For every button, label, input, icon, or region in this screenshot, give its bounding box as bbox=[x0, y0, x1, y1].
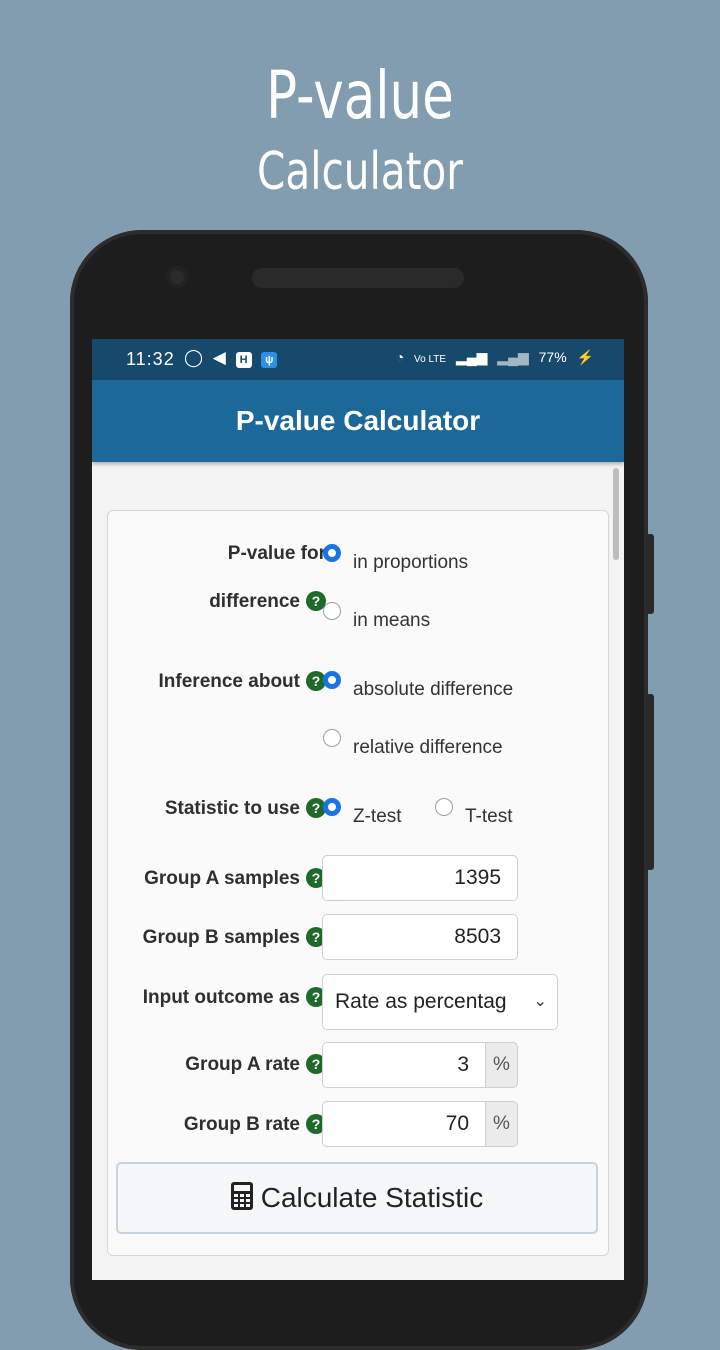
phone-side-button bbox=[646, 534, 654, 614]
radio-label-in-proportions[interactable]: in proportions bbox=[353, 552, 468, 574]
radio-label-t-test[interactable]: T-test bbox=[465, 806, 513, 828]
radio-label-in-means[interactable]: in means bbox=[353, 610, 430, 632]
battery-level: 77% bbox=[538, 349, 567, 365]
calculate-statistic-button[interactable]: Calculate Statistic bbox=[116, 1162, 598, 1234]
status-system-icons: ◔ Vo LTE ▂▄▆ ▂▄▆ 77% ⚡ bbox=[390, 349, 594, 366]
group-a-samples-label: Group A samples? bbox=[144, 868, 326, 890]
h-badge-icon: H bbox=[235, 352, 252, 368]
input-outcome-label: Input outcome as? bbox=[143, 987, 326, 1009]
app-bar-title: P-value Calculator bbox=[92, 380, 624, 462]
telegram-icon: ◀ bbox=[212, 348, 226, 367]
signal-off-icon: ▂▄▆ bbox=[497, 349, 529, 365]
scrollbar[interactable] bbox=[613, 468, 619, 560]
input-outcome-select[interactable]: Rate as percentag ⌄ bbox=[322, 974, 558, 1030]
signal-icon: ▂▄▆ bbox=[455, 349, 488, 365]
group-b-rate-input[interactable]: 70 bbox=[322, 1101, 486, 1147]
phone-volume-button bbox=[646, 694, 654, 870]
status-bar: 11:32 ◯ ◀ H ψ ◔ Vo LTE ▂▄▆ ▂▄▆ 77% ⚡ bbox=[92, 339, 624, 380]
status-time: 11:32 bbox=[126, 349, 175, 369]
radio-t-test[interactable] bbox=[435, 798, 453, 816]
group-b-rate-label: Group B rate? bbox=[184, 1114, 326, 1136]
charging-icon: ⚡ bbox=[576, 349, 594, 365]
status-notification-icons: ◯ ◀ H ψ bbox=[184, 348, 282, 368]
calculator-form: P-value for difference? Inference about?… bbox=[107, 510, 609, 1256]
pvalue-for-label-line2: difference? bbox=[209, 591, 326, 613]
radio-relative-difference[interactable] bbox=[323, 729, 341, 747]
radio-in-means[interactable] bbox=[323, 602, 341, 620]
wifi-icon: ◔ bbox=[395, 349, 405, 365]
group-a-rate-label: Group A rate? bbox=[185, 1054, 326, 1076]
calculate-button-label: Calculate Statistic bbox=[260, 1182, 484, 1213]
group-a-rate-input[interactable]: 3 bbox=[322, 1042, 486, 1088]
calculator-icon bbox=[230, 1167, 253, 1235]
group-b-samples-label: Group B samples? bbox=[143, 927, 326, 949]
pvalue-for-label-line1: P-value for bbox=[227, 543, 326, 564]
usb-icon: ψ bbox=[261, 352, 278, 368]
inference-label: Inference about? bbox=[159, 671, 326, 693]
phone-screen: 11:32 ◯ ◀ H ψ ◔ Vo LTE ▂▄▆ ▂▄▆ 77% ⚡ P-v… bbox=[92, 339, 624, 1280]
radio-label-z-test[interactable]: Z-test bbox=[353, 806, 402, 828]
group-b-samples-input[interactable]: 8503 bbox=[322, 914, 518, 960]
group-a-rate-unit: % bbox=[486, 1042, 518, 1088]
radio-z-test[interactable] bbox=[323, 798, 341, 816]
radio-label-relative-difference[interactable]: relative difference bbox=[353, 737, 503, 759]
promo-title-line2: Calculator bbox=[257, 142, 463, 202]
input-outcome-value: Rate as percentag bbox=[335, 990, 507, 1013]
radio-in-proportions[interactable] bbox=[323, 544, 341, 562]
radio-label-absolute-difference[interactable]: absolute difference bbox=[353, 679, 513, 701]
statistic-label: Statistic to use? bbox=[165, 798, 326, 820]
front-camera bbox=[166, 266, 188, 288]
chevron-down-icon: ⌄ bbox=[533, 975, 547, 1029]
whatsapp-icon: ◯ bbox=[184, 348, 204, 367]
group-a-samples-input[interactable]: 1395 bbox=[322, 855, 518, 901]
promo-title-line1: P-value bbox=[266, 57, 454, 134]
volte-icon: Vo LTE bbox=[414, 354, 447, 365]
earpiece-speaker bbox=[252, 268, 464, 288]
radio-absolute-difference[interactable] bbox=[323, 671, 341, 689]
group-b-rate-unit: % bbox=[486, 1101, 518, 1147]
